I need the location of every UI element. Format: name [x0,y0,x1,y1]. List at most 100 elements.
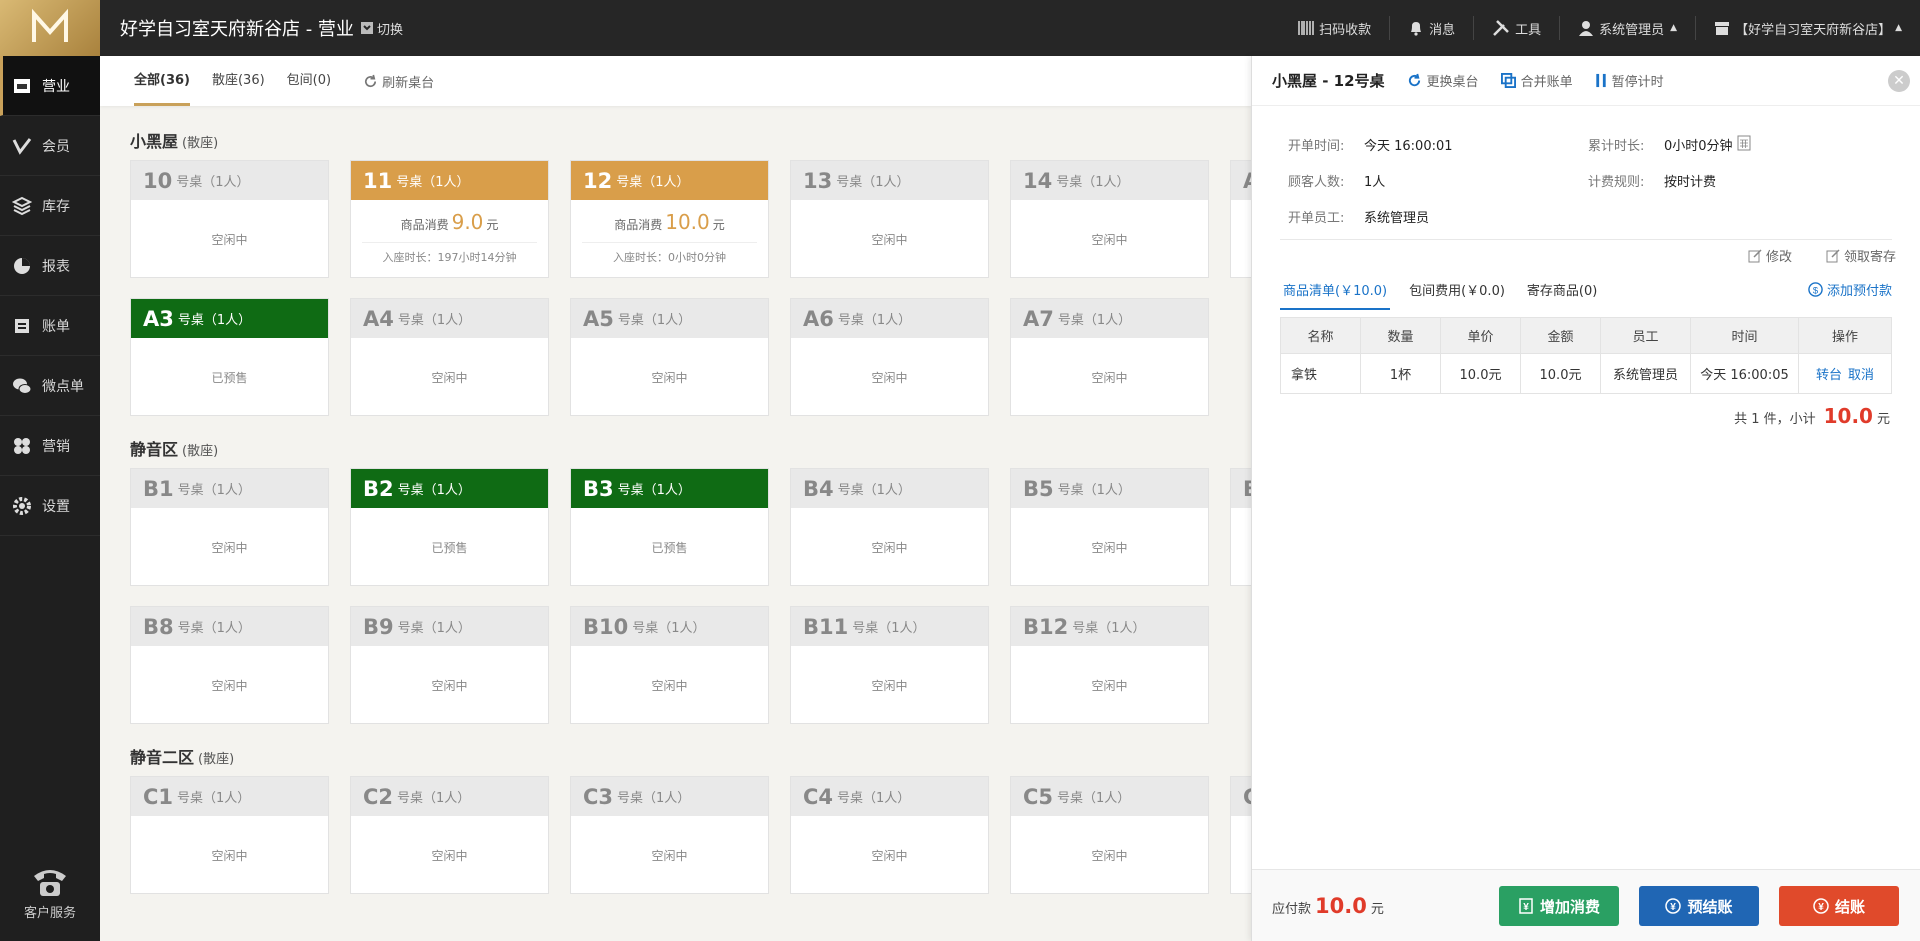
sidebar-item-settings[interactable]: 设置 [0,476,100,536]
table-label: 号桌（1人） [397,313,472,328]
sidebar-item-inventory[interactable]: 库存 [0,176,100,236]
dollar-circle-icon: $ [1808,282,1823,297]
card-header: A3 号桌（1人） [131,299,328,338]
barcode-icon [1298,21,1314,35]
switch-store-button[interactable]: 切换 [360,19,403,38]
table-card[interactable]: 11 号桌（1人） 商品消费 9.0 元入座时长：197小时14分钟 [350,160,549,278]
table-number: B4 [803,476,834,501]
refresh-tables-button[interactable]: 刷新桌台 [363,56,434,106]
switch-label: 切换 [376,22,403,38]
sidebar-item-business[interactable]: 营业 [0,56,100,116]
table-card[interactable]: 14 号桌（1人） 空闲中 [1010,160,1209,278]
table-card[interactable]: C2 号桌（1人） 空闲中 [350,776,549,894]
sidebar-item-micro-order[interactable]: 微点单 [0,356,100,416]
card-header: B1 号桌（1人） [131,469,328,508]
open-time-value: 今天 16:00:01 [1364,138,1453,154]
item-amount: 10.0元 [1520,353,1601,394]
top-header: 好学自习室天府新谷店 - 营业 切换 扫码收款 消息 工具 系统管理员 ▲ 【好… [100,0,1920,56]
add-consumption-button[interactable]: ¥ 增加消费 [1499,886,1619,926]
table-card[interactable]: B9 号桌（1人） 空闲中 [350,606,549,724]
table-card[interactable]: B10 号桌（1人） 空闲中 [570,606,769,724]
table-card[interactable]: B11 号桌（1人） 空闲中 [790,606,989,724]
pre-checkout-button[interactable]: ¥ 预结账 [1639,886,1759,926]
table-card[interactable]: A [1230,160,1251,278]
tab-room-fee[interactable]: 包间费用(￥0.0) [1406,280,1508,310]
sidebar-item-bill[interactable]: 账单 [0,296,100,356]
calculator-icon[interactable] [1737,135,1751,151]
claim-storage-label: 领取寄存 [1843,250,1896,265]
table-card[interactable]: C1 号桌（1人） 空闲中 [130,776,329,894]
goods-table: 名称 数量 单价 金额 员工 时间 操作 拿铁 1杯 10.0元 10.0元 系… [1280,317,1892,394]
table-card[interactable]: A7 号桌（1人） 空闲中 [1010,298,1209,416]
user-menu[interactable]: 系统管理员 ▲ [1559,16,1695,40]
table-card[interactable]: B [1230,468,1251,586]
scan-pay-button[interactable]: 扫码收款 [1280,16,1389,40]
table-card[interactable]: A4 号桌（1人） 空闲中 [350,298,549,416]
column-header: 员工 [1600,317,1691,354]
yen-circle-icon: ¥ [1813,898,1829,914]
table-card[interactable]: B2 号桌（1人） 已预售 [350,468,549,586]
table-card[interactable]: B4 号桌（1人） 空闲中 [790,468,989,586]
table-card[interactable]: C3 号桌（1人） 空闲中 [570,776,769,894]
billing-rule-label: 计费规则: [1588,174,1645,190]
sidebar-item-marketing[interactable]: 营销 [0,416,100,476]
tab-goods-list[interactable]: 商品清单(￥10.0) [1280,280,1391,310]
card-body [1231,508,1251,586]
card-body: 空闲中 [1011,200,1208,278]
table-card[interactable]: 12 号桌（1人） 商品消费 10.0 元入座时长：0小时0分钟 [570,160,769,278]
tab-rooms[interactable]: 包间(0) [287,56,331,106]
table-card[interactable]: C4 号桌（1人） 空闲中 [790,776,989,894]
table-card[interactable]: 10 号桌（1人） 空闲中 [130,160,329,278]
logo[interactable] [0,0,100,56]
claim-storage-button[interactable]: 领取寄存 [1826,246,1896,265]
transfer-link[interactable]: 转台 [1816,368,1842,383]
table-card[interactable]: B1 号桌（1人） 空闲中 [130,468,329,586]
merge-bill-button[interactable]: 合并账单 [1500,71,1573,90]
messages-button[interactable]: 消息 [1389,16,1473,40]
subtotal-unit: 元 [1876,412,1890,427]
payable-label: 应付款 [1272,901,1312,917]
pause-timer-button[interactable]: 暂停计时 [1595,71,1664,90]
change-table-button[interactable]: 更换桌台 [1407,71,1479,90]
table-card[interactable]: B8 号桌（1人） 空闲中 [130,606,329,724]
table-card[interactable]: C [1230,776,1251,894]
table-card[interactable]: B3 号桌（1人） 已预售 [570,468,769,586]
table-number: B11 [803,614,849,639]
close-icon[interactable]: ✕ [1888,70,1910,92]
table-number: B9 [363,614,394,639]
table-status: 空闲中 [871,678,908,693]
guests-label: 顾客人数: [1288,174,1345,190]
table-card[interactable]: 13 号桌（1人） 空闲中 [790,160,989,278]
sidebar-item-label: 账单 [42,318,70,335]
card-header: C2 号桌（1人） [351,777,548,816]
add-prepayment-button[interactable]: $ 添加预付款 [1808,280,1892,299]
shop-icon [14,78,30,93]
tab-all[interactable]: 全部(36) [134,56,190,106]
cancel-link[interactable]: 取消 [1848,368,1874,383]
table-card[interactable]: A5 号桌（1人） 空闲中 [570,298,769,416]
sidebar-item-report[interactable]: 报表 [0,236,100,296]
modify-button[interactable]: 修改 [1748,246,1792,265]
customer-service[interactable]: 客户服务 [0,864,100,921]
tab-stored-goods[interactable]: 寄存商品(0) [1524,280,1600,310]
checkout-button[interactable]: ¥ 结账 [1779,886,1899,926]
table-label: 号桌（1人） [852,621,926,636]
table-number: 14 [1023,168,1053,193]
yen-circle-icon: ¥ [1665,898,1682,914]
table-label: 号桌（1人） [632,621,706,636]
store-menu[interactable]: 【好学自习室天府新谷店】 ▲ [1695,16,1920,40]
tools-button[interactable]: 工具 [1473,16,1559,40]
table-card[interactable]: B5 号桌（1人） 空闲中 [1010,468,1209,586]
tab-loose-seats[interactable]: 散座(36) [212,56,265,106]
table-card[interactable]: C5 号桌（1人） 空闲中 [1010,776,1209,894]
card-body: 空闲中 [571,646,768,724]
table-card[interactable]: B12 号桌（1人） 空闲中 [1010,606,1209,724]
card-body: 空闲中 [791,200,988,278]
table-card[interactable]: A6 号桌（1人） 空闲中 [790,298,989,416]
pause-timer-label: 暂停计时 [1611,75,1664,90]
table-card[interactable]: A3 号桌（1人） 已预售 [130,298,329,416]
card-body [1231,816,1251,894]
bell-icon [1411,22,1422,36]
sidebar-item-member[interactable]: 会员 [0,116,100,176]
card-header: B3 号桌（1人） [571,469,768,508]
